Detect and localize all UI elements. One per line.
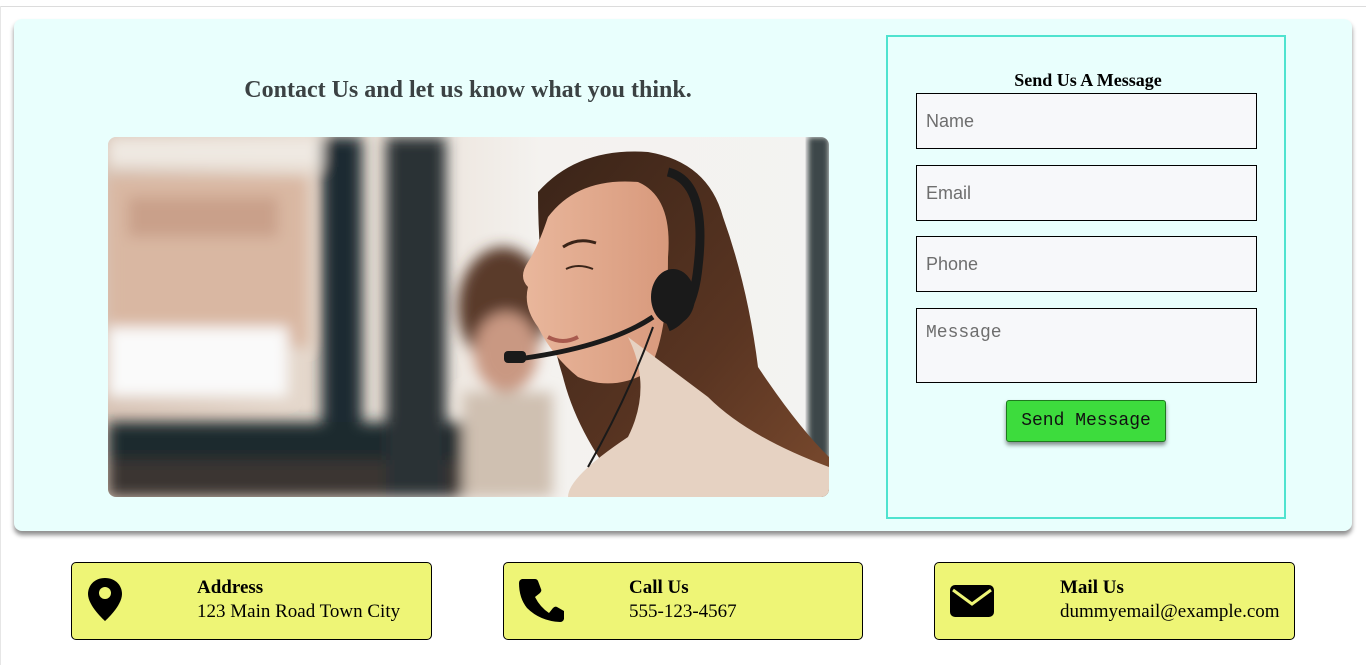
left-border: [0, 6, 1, 665]
support-agent-image: [108, 137, 829, 497]
phone-icon: [518, 577, 564, 623]
mail-title: Mail Us: [1060, 577, 1124, 598]
contact-section: Contact Us and let us know what you thin…: [14, 19, 1352, 531]
contact-heading: Contact Us and let us know what you thin…: [244, 77, 692, 103]
mail-text[interactable]: dummyemail@example.com: [1060, 601, 1280, 623]
name-input[interactable]: [916, 93, 1257, 149]
mail-card: Mail Us dummyemail@example.com: [934, 562, 1295, 640]
call-card: Call Us 555-123-4567: [503, 562, 863, 640]
form-title: Send Us A Message: [1014, 70, 1162, 90]
phone-input[interactable]: [916, 236, 1257, 292]
send-message-button[interactable]: Send Message: [1006, 400, 1166, 442]
call-text[interactable]: 555-123-4567: [629, 601, 737, 623]
address-title: Address: [197, 577, 264, 598]
envelope-icon: [949, 577, 994, 623]
call-title: Call Us: [629, 577, 689, 598]
support-agent-photo: [108, 137, 829, 497]
email-input[interactable]: [916, 165, 1257, 221]
message-textarea[interactable]: [916, 308, 1257, 383]
location-pin-icon: [86, 577, 128, 623]
address-text: 123 Main Road Town City: [197, 601, 401, 622]
address-card: Address 123 Main Road Town City: [71, 562, 432, 640]
message-form: Send Us A Message Send Message: [886, 35, 1286, 519]
top-divider: [0, 6, 1366, 7]
